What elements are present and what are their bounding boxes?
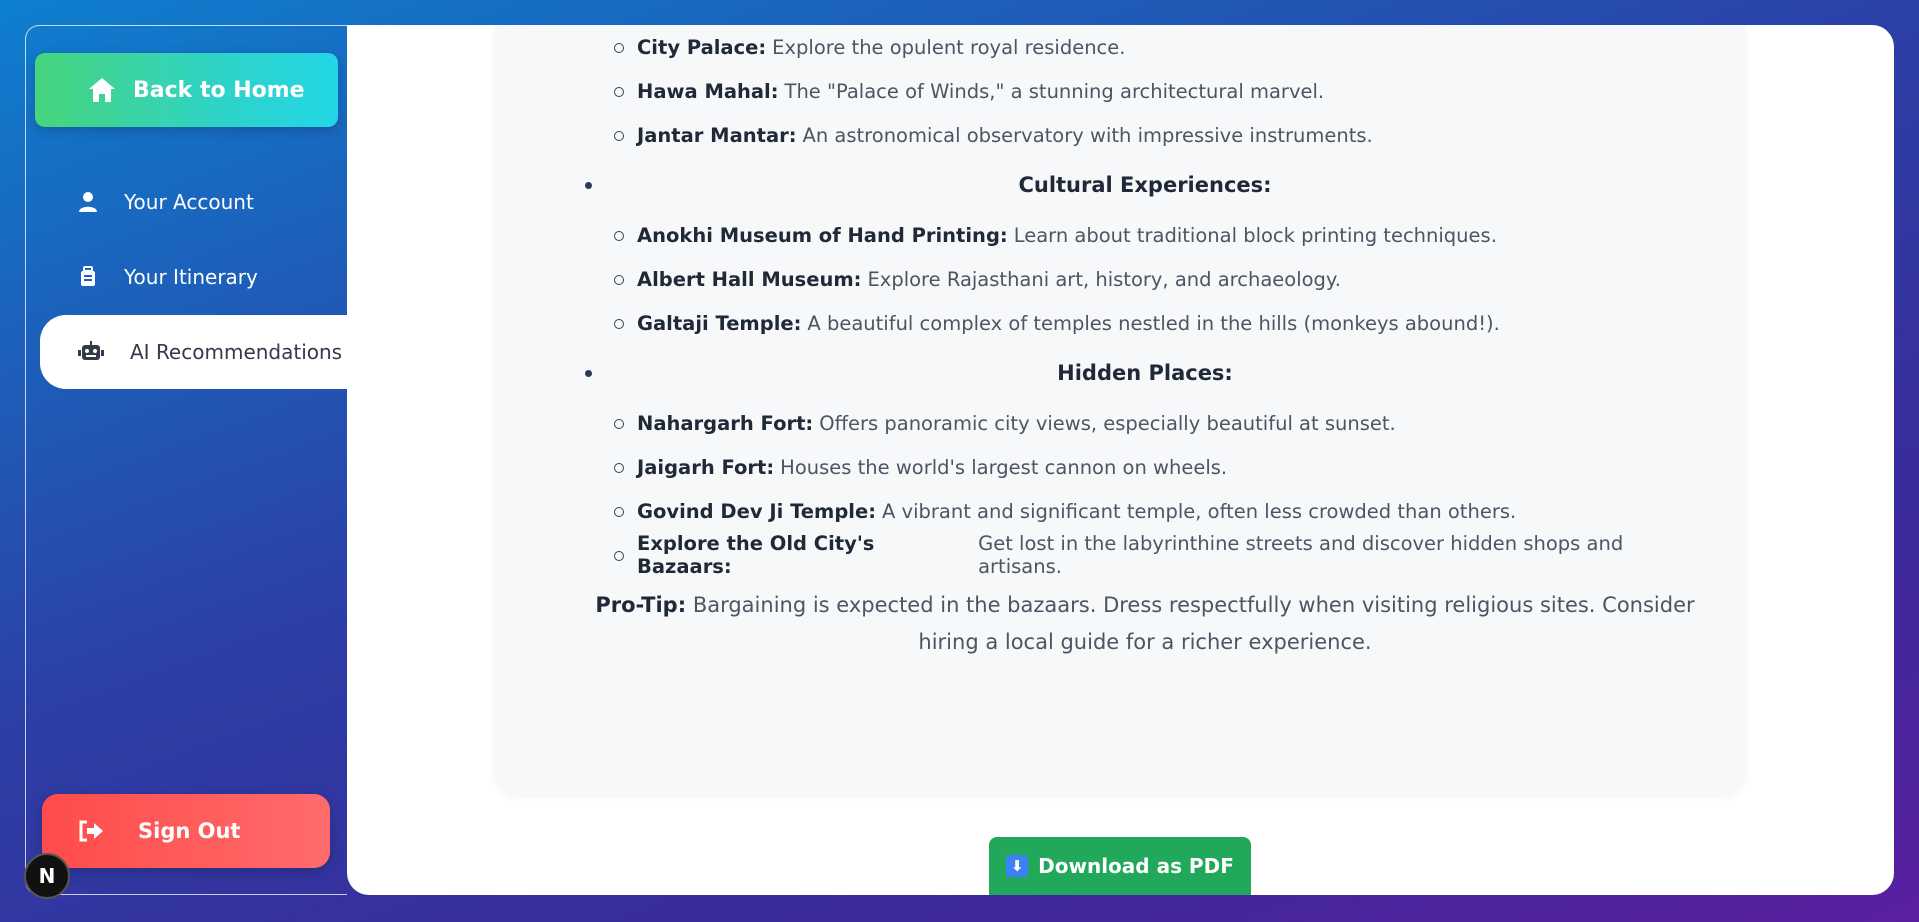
list-item: Galtaji Temple: A beautiful complex of te… (585, 301, 1705, 345)
sign-out-icon (78, 820, 104, 842)
recommendations-card: City Palace: Explore the opulent royal re… (495, 25, 1745, 795)
user-icon (78, 191, 98, 213)
sidebar-item-label: AI Recommendations (130, 340, 343, 364)
list-item: City Palace: Explore the opulent royal re… (585, 25, 1705, 69)
list-item: Govind Dev Ji Temple: A vibrant and signi… (585, 489, 1705, 533)
item-desc: Learn about traditional block printing t… (1013, 223, 1497, 247)
list-item: Explore the Old City's Bazaars: Get lost … (585, 532, 1705, 578)
back-to-home-label: Back to Home (133, 77, 305, 103)
item-name: Anokhi Museum of Hand Printing: (637, 223, 1008, 247)
item-desc: An astronomical observatory with impress… (802, 123, 1373, 147)
sidebar-item-label: Your Itinerary (124, 265, 258, 289)
robot-icon (78, 341, 104, 363)
item-name: Nahargarh Fort: (637, 411, 814, 435)
item-desc: Get lost in the labyrinthine streets and… (978, 532, 1624, 578)
home-icon (87, 76, 117, 104)
item-name: Explore the Old City's Bazaars: (637, 532, 875, 578)
list-item: Nahargarh Fort: Offers panoramic city vie… (585, 401, 1705, 445)
sign-out-label: Sign Out (138, 819, 241, 843)
pro-tip-label: Pro-Tip: (595, 593, 687, 617)
item-desc: A beautiful complex of temples nestled i… (807, 311, 1500, 335)
sidebar-item-itinerary[interactable]: Your Itinerary (40, 240, 348, 314)
item-name: Jaigarh Fort: (637, 455, 775, 479)
cultural-list: Anokhi Museum of Hand Printing: Learn abo… (585, 213, 1705, 345)
attractions-list: City Palace: Explore the opulent royal re… (585, 25, 1705, 157)
item-desc: Offers panoramic city views, especially … (819, 411, 1396, 435)
download-pdf-button[interactable]: ⬇ Download as PDF (989, 837, 1251, 895)
sidebar-item-label: Your Account (124, 190, 254, 214)
item-name: Hawa Mahal: (637, 79, 779, 103)
back-to-home-button[interactable]: Back to Home (35, 53, 338, 127)
download-label: Download as PDF (1038, 854, 1234, 878)
sidebar: Back to Home Your Account Your Itinerary… (25, 25, 348, 895)
main-panel: City Palace: Explore the opulent royal re… (347, 25, 1894, 895)
list-item: Hawa Mahal: The "Palace of Winds," a stun… (585, 69, 1705, 113)
item-desc: Explore Rajasthani art, history, and arc… (867, 267, 1341, 291)
item-name: Govind Dev Ji Temple: (637, 499, 876, 523)
pro-tip-text: Bargaining is expected in the bazaars. D… (692, 593, 1695, 654)
download-arrow-icon: ⬇ (1006, 855, 1029, 877)
list-item: Anokhi Museum of Hand Printing: Learn abo… (585, 213, 1705, 257)
item-name: Jantar Mantar: (637, 123, 797, 147)
sidebar-item-ai-recommendations[interactable]: AI Recommendations (40, 315, 348, 389)
item-desc: The "Palace of Winds," a stunning archit… (784, 79, 1325, 103)
item-desc: Explore the opulent royal residence. (772, 35, 1126, 59)
sidebar-item-account[interactable]: Your Account (40, 165, 348, 239)
sign-out-button[interactable]: Sign Out (42, 794, 330, 868)
item-desc: A vibrant and significant temple, often … (882, 499, 1517, 523)
list-item: Albert Hall Museum: Explore Rajasthani ar… (585, 257, 1705, 301)
section-heading-hidden: Hidden Places: (585, 345, 1705, 401)
list-item: Jantar Mantar: An astronomical observator… (585, 113, 1705, 157)
item-name: Galtaji Temple: (637, 311, 802, 335)
item-desc: Houses the world's largest cannon on whe… (780, 455, 1228, 479)
item-name: Albert Hall Museum: (637, 267, 862, 291)
hidden-places-list: Nahargarh Fort: Offers panoramic city vie… (585, 401, 1705, 578)
list-item: Jaigarh Fort: Houses the world's largest … (585, 445, 1705, 489)
nextjs-badge-icon[interactable]: N (24, 853, 70, 899)
recommendations-content: City Palace: Explore the opulent royal re… (585, 25, 1705, 661)
section-heading-cultural: Cultural Experiences: (585, 157, 1705, 213)
item-name: City Palace: (637, 35, 767, 59)
badge-letter: N (38, 864, 56, 888)
pro-tip: Pro-Tip: Bargaining is expected in the b… (585, 587, 1705, 661)
luggage-icon (78, 266, 98, 288)
